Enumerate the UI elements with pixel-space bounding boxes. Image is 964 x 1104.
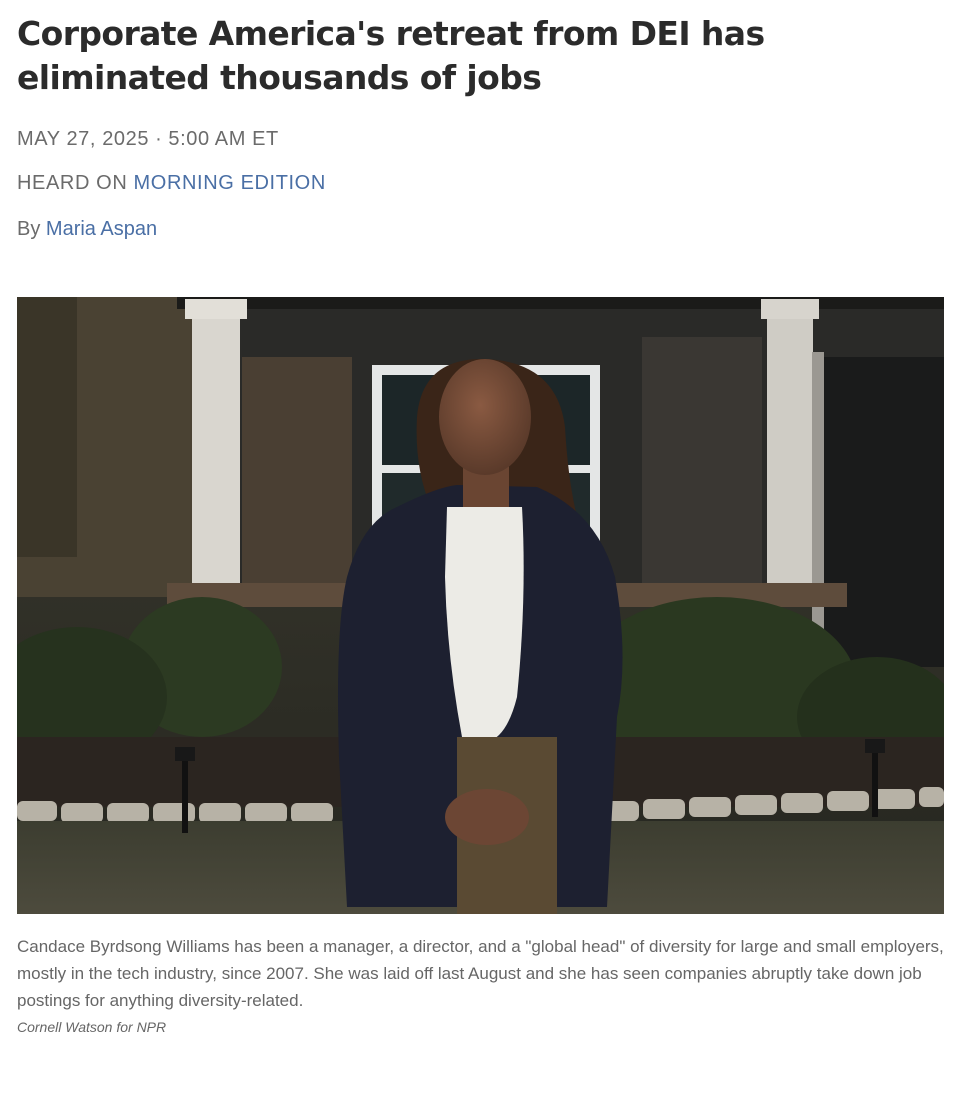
lead-photo[interactable] xyxy=(17,297,944,914)
heard-on-label: HEARD ON xyxy=(17,172,128,194)
publish-date: MAY 27, 2025 xyxy=(17,128,150,150)
heard-on: HEARD ON MORNING EDITION xyxy=(17,170,326,196)
dateline: MAY 27, 2025 · 5:00 AM ET xyxy=(17,126,279,152)
headline: Corporate America's retreat from DEI has… xyxy=(17,14,765,97)
lead-photo-illustration xyxy=(17,297,944,914)
dateline-separator: · xyxy=(155,128,163,150)
author-link[interactable]: Maria Aspan xyxy=(46,218,157,240)
photo-caption: Candace Byrdsong Williams has been a man… xyxy=(17,937,944,1010)
program-link[interactable]: MORNING EDITION xyxy=(134,172,326,194)
publish-time: 5:00 AM ET xyxy=(168,128,279,150)
photo-credit: Cornell Watson for NPR xyxy=(17,1019,167,1035)
byline-prefix: By xyxy=(17,218,41,240)
byline: By Maria Aspan xyxy=(17,216,157,242)
